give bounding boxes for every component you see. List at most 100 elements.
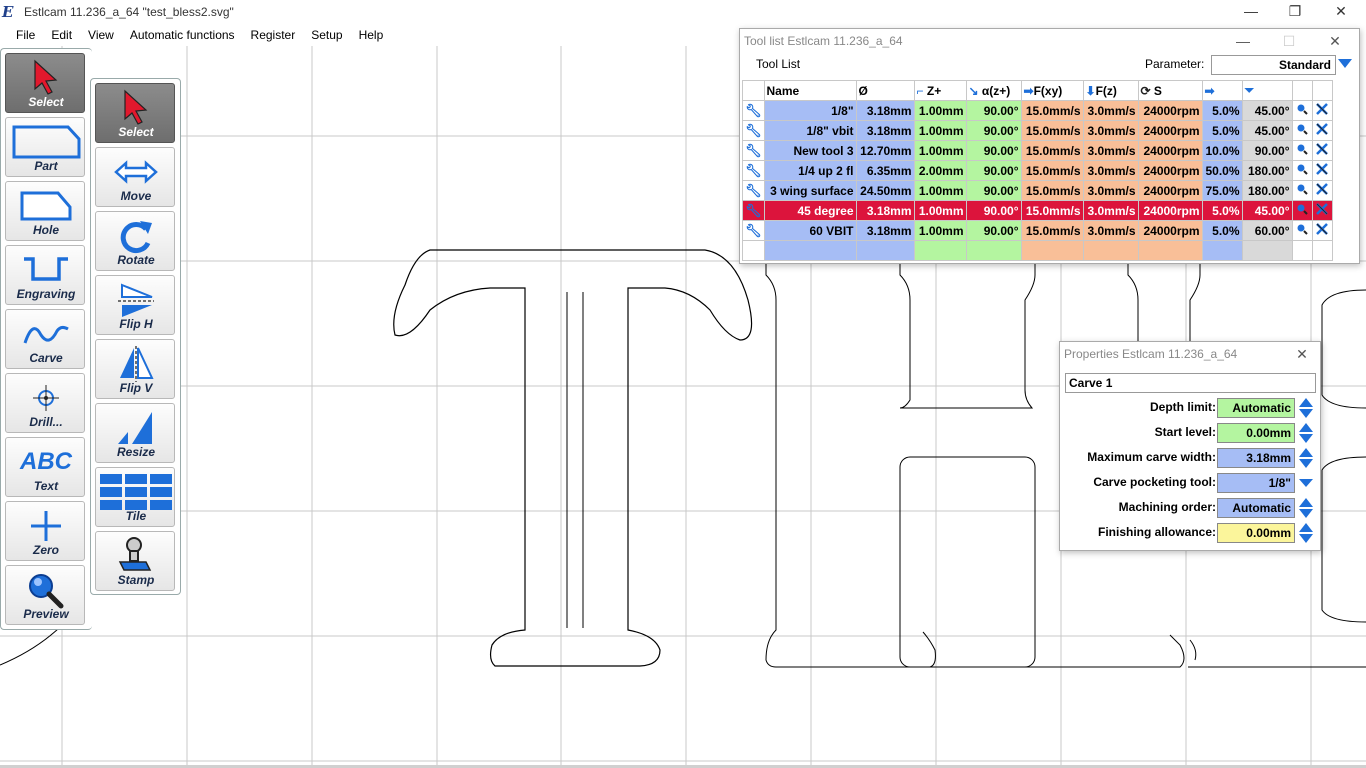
magnifier-icon[interactable]	[1291, 220, 1313, 241]
tool-cell[interactable]: 15.0mm/s	[1020, 140, 1084, 161]
magnifier-icon[interactable]	[1291, 120, 1313, 141]
tool-cell[interactable]: 24000rpm	[1137, 140, 1203, 161]
tool-cell[interactable]: 12.70mm	[855, 140, 915, 161]
tool-list-close-button[interactable]: ✕	[1312, 29, 1358, 53]
empty-tool-row[interactable]	[742, 240, 1333, 261]
tool-row[interactable]: 🔧︎ New tool 3 12.70mm 1.00mm 90.00° 15.0mm/s 3…	[742, 140, 1333, 161]
edit-flip-h-button[interactable]: Flip H	[95, 275, 175, 335]
delete-tool-icon[interactable]	[1311, 100, 1333, 121]
tool-cell[interactable]: 3.18mm	[855, 220, 915, 241]
delete-tool-icon[interactable]	[1311, 120, 1333, 141]
tool-cell[interactable]: 5.0%	[1201, 200, 1243, 221]
tool-cell[interactable]: 15.0mm/s	[1020, 100, 1084, 121]
tool-row[interactable]: 🔧︎ 1/8" 3.18mm 1.00mm 90.00° 15.0mm/s 3.0mm/s 2…	[742, 100, 1333, 121]
col-stepover[interactable]: ➡	[1201, 80, 1243, 101]
tool-cell[interactable]: 5.0%	[1201, 120, 1243, 141]
col-feed-xy[interactable]: ➡F(xy)	[1020, 80, 1084, 101]
edit-resize-button[interactable]: Resize	[95, 403, 175, 463]
tool-cell[interactable]: 3.0mm/s	[1082, 120, 1139, 141]
tool-cell[interactable]: 90.00°	[965, 100, 1022, 121]
tool-cell[interactable]: 3.0mm/s	[1082, 160, 1139, 181]
properties-close-button[interactable]: ✕	[1284, 342, 1320, 366]
tool-cell[interactable]: 6.35mm	[855, 160, 915, 181]
tool-cell[interactable]: 15.0mm/s	[1020, 180, 1084, 201]
tool-cell[interactable]: 75.0%	[1201, 180, 1243, 201]
tool-cell[interactable]: 90.00°	[965, 180, 1022, 201]
tool-cell[interactable]: 50.0%	[1201, 160, 1243, 181]
wrench-icon[interactable]: 🔧︎	[742, 160, 765, 181]
property-value-field[interactable]: Automatic	[1217, 398, 1295, 418]
tool-cell[interactable]: 60.00°	[1241, 220, 1293, 241]
col-alpha[interactable]: ↘ α(z+)	[965, 80, 1022, 101]
tool-drill-button[interactable]: Drill...	[5, 373, 85, 433]
magnifier-icon[interactable]	[1291, 160, 1313, 181]
tool-cell[interactable]: 45.00°	[1241, 120, 1293, 141]
tool-engraving-button[interactable]: Engraving	[5, 245, 85, 305]
spinner-arrows-icon[interactable]	[1298, 422, 1314, 444]
tool-cell[interactable]: 1/8"	[763, 100, 857, 121]
tool-select-button[interactable]: Select	[5, 53, 85, 113]
wrench-icon[interactable]: 🔧︎	[742, 120, 765, 141]
property-value-field[interactable]: 0.00mm	[1217, 523, 1295, 543]
property-value-field[interactable]: 1/8"	[1217, 473, 1295, 493]
tool-cell[interactable]: 15.0mm/s	[1020, 220, 1084, 241]
wrench-icon[interactable]: 🔧︎	[742, 180, 765, 201]
parameter-dropdown-icon[interactable]	[1338, 59, 1352, 68]
col-speed[interactable]: ⟳ S	[1137, 80, 1203, 101]
col-diameter[interactable]: Ø	[855, 80, 915, 101]
tool-cell[interactable]: 45.00°	[1241, 100, 1293, 121]
tool-cell[interactable]: 3.0mm/s	[1082, 220, 1139, 241]
wrench-icon[interactable]: 🔧︎	[742, 100, 765, 121]
edit-select-button[interactable]: Select	[95, 83, 175, 143]
property-value-field[interactable]: 3.18mm	[1217, 448, 1295, 468]
tool-cell[interactable]: 3.18mm	[855, 120, 915, 141]
tool-row[interactable]: 🔧︎ 1/4 up 2 fl 6.35mm 2.00mm 90.00° 15.0mm/s 3…	[742, 160, 1333, 181]
close-button[interactable]: ✕	[1318, 0, 1364, 24]
dropdown-arrow-icon[interactable]	[1298, 472, 1314, 494]
tool-cell[interactable]: 90.00°	[965, 160, 1022, 181]
tool-hole-button[interactable]: Hole	[5, 181, 85, 241]
wrench-icon[interactable]: 🔧︎	[742, 220, 765, 241]
magnifier-icon[interactable]	[1291, 100, 1313, 121]
tool-cell[interactable]: 3 wing surface	[763, 180, 857, 201]
menu-edit[interactable]: Edit	[43, 25, 80, 45]
tool-row[interactable]: 🔧︎ 60 VBIT 3.18mm 1.00mm 90.00° 15.0mm/s 3.0mm…	[742, 220, 1333, 241]
tool-cell[interactable]: 1/8" vbit	[763, 120, 857, 141]
spinner-arrows-icon[interactable]	[1298, 447, 1314, 469]
spinner-arrows-icon[interactable]	[1298, 522, 1314, 544]
tool-cell[interactable]: 5.0%	[1201, 100, 1243, 121]
tool-cell[interactable]: 1.00mm	[913, 200, 967, 221]
tool-cell[interactable]: 1.00mm	[913, 120, 967, 141]
object-name-field[interactable]: Carve 1	[1065, 373, 1316, 393]
magnifier-icon[interactable]	[1291, 140, 1313, 161]
magnifier-icon[interactable]	[1291, 200, 1313, 221]
edit-stamp-button[interactable]: Stamp	[95, 531, 175, 591]
tool-cell[interactable]: 3.0mm/s	[1082, 140, 1139, 161]
tool-cell[interactable]: 10.0%	[1201, 140, 1243, 161]
tool-cell[interactable]: 24000rpm	[1137, 100, 1203, 121]
tool-cell[interactable]: 15.0mm/s	[1020, 200, 1084, 221]
letter-t-toolpath[interactable]	[393, 249, 753, 667]
parameter-select[interactable]: Standard	[1211, 55, 1336, 75]
tool-cell[interactable]: 24000rpm	[1137, 220, 1203, 241]
tool-cell[interactable]: 3.0mm/s	[1082, 180, 1139, 201]
tool-row[interactable]: 🔧︎ 45 degree 3.18mm 1.00mm 90.00° 15.0mm/s 3.0…	[742, 200, 1333, 221]
edit-flip-v-button[interactable]: Flip V	[95, 339, 175, 399]
tool-cell[interactable]: 45 degree	[763, 200, 857, 221]
tool-cell[interactable]: 15.0mm/s	[1020, 160, 1084, 181]
tool-cell[interactable]: 3.0mm/s	[1082, 200, 1139, 221]
tool-cell[interactable]: 24000rpm	[1137, 160, 1203, 181]
tool-carve-button[interactable]: Carve	[5, 309, 85, 369]
tool-text-button[interactable]: ABC Text	[5, 437, 85, 497]
tool-cell[interactable]: 5.0%	[1201, 220, 1243, 241]
tab-tool-list[interactable]: Tool List	[756, 57, 800, 71]
delete-tool-icon[interactable]	[1311, 200, 1333, 221]
col-tip-angle[interactable]: ⏷	[1241, 80, 1293, 101]
menu-help[interactable]: Help	[351, 25, 392, 45]
tool-cell[interactable]: 24000rpm	[1137, 180, 1203, 201]
tool-row[interactable]: 🔧︎ 1/8" vbit 3.18mm 1.00mm 90.00° 15.0mm/s 3.0…	[742, 120, 1333, 141]
wrench-icon[interactable]: 🔧︎	[742, 140, 765, 161]
tool-list-minimize-button[interactable]: —	[1220, 29, 1266, 53]
menu-view[interactable]: View	[80, 25, 122, 45]
tool-cell[interactable]: 180.00°	[1241, 160, 1293, 181]
